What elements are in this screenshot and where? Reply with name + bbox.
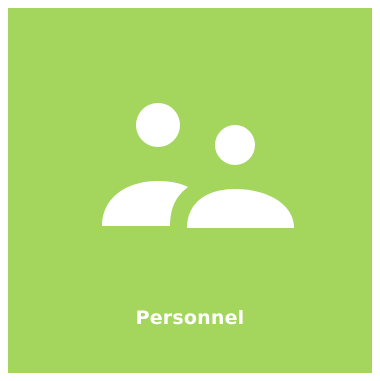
tile-label: Personnel	[135, 307, 245, 329]
left-person-body	[102, 181, 188, 226]
right-person-body	[187, 189, 294, 228]
personnel-tile[interactable]: Personnel	[8, 8, 372, 373]
right-person-head	[215, 125, 255, 165]
left-person-head	[136, 103, 180, 147]
